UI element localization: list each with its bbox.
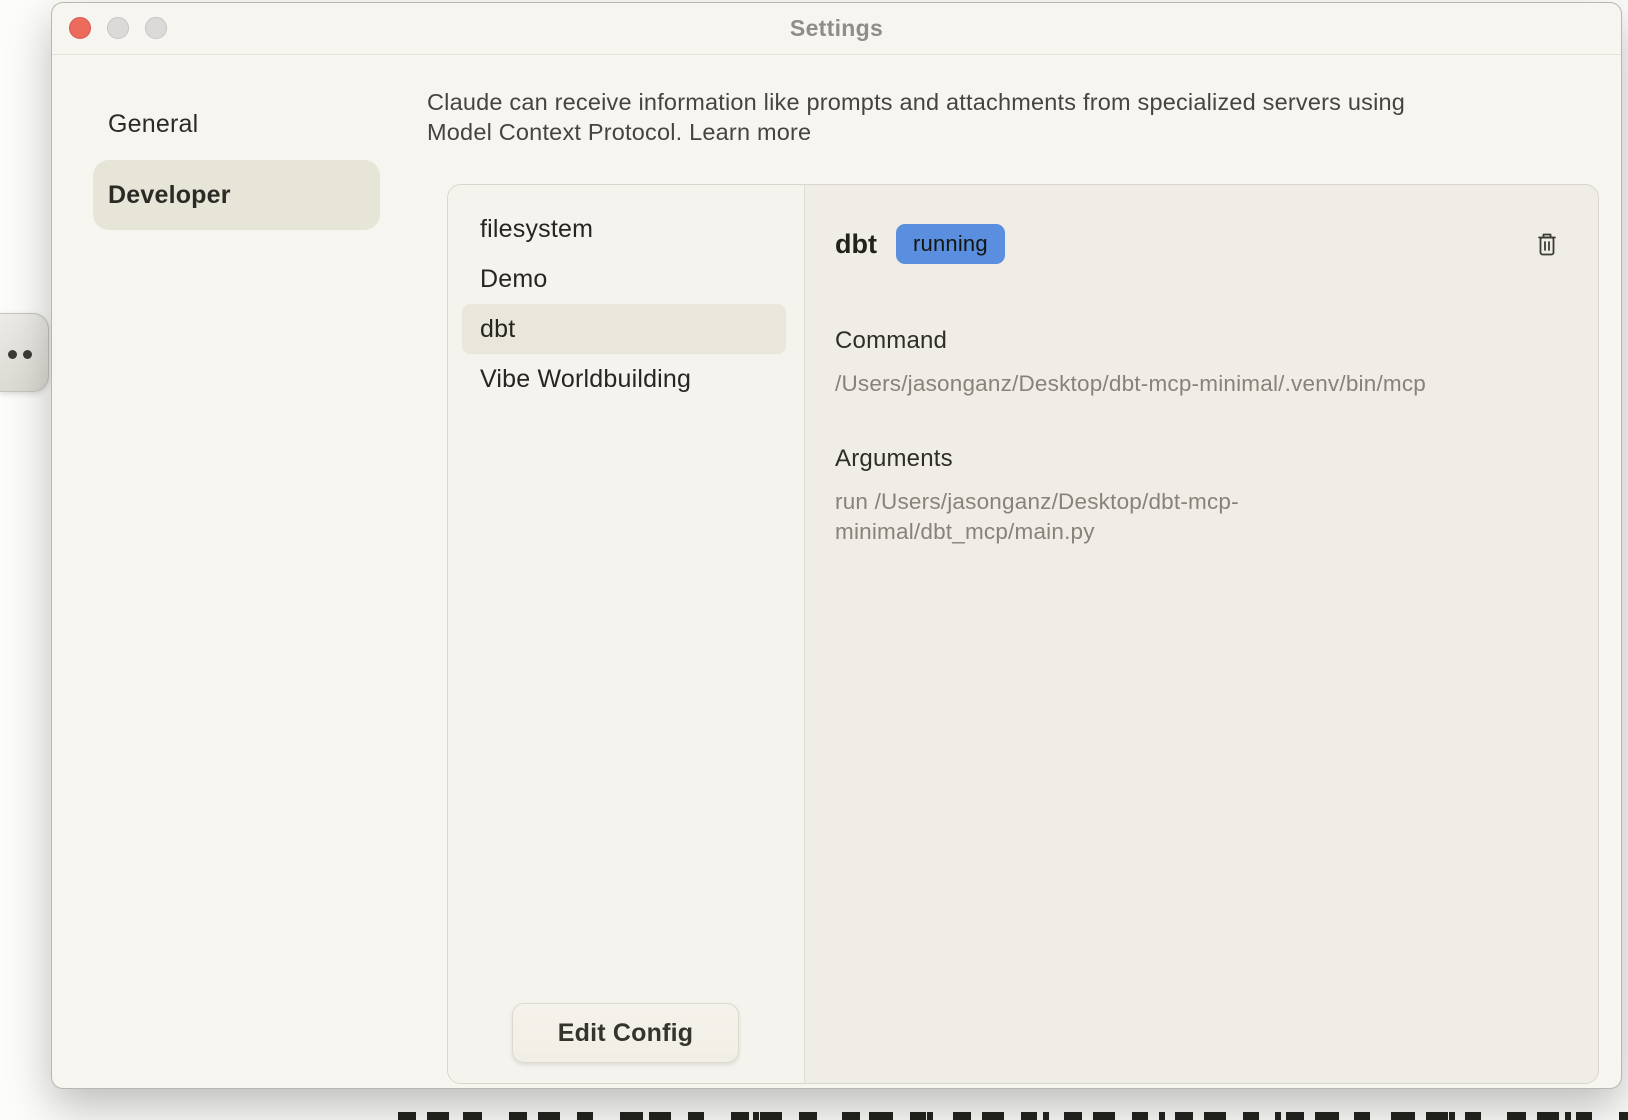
server-item-filesystem[interactable]: filesystem	[462, 204, 786, 254]
server-item-label: dbt	[480, 315, 515, 344]
sidebar-item-label: Developer	[108, 181, 231, 210]
window-title: Settings	[790, 15, 883, 42]
description-line-end: Model Context Protocol.	[427, 119, 682, 145]
status-badge: running	[896, 224, 1005, 264]
titlebar: Settings	[52, 3, 1621, 55]
dot-icon	[23, 350, 32, 359]
traffic-lights	[69, 17, 167, 39]
server-detail: dbt running Command /Users/jasonganz/Des…	[805, 185, 1598, 1083]
settings-window: Settings General Developer Claude can re…	[51, 2, 1622, 1089]
server-item-label: Vibe Worldbuilding	[480, 365, 691, 394]
server-item-dbt[interactable]: dbt	[462, 304, 786, 354]
command-label: Command	[835, 327, 1562, 355]
dot-icon	[8, 350, 17, 359]
edit-config-button[interactable]: Edit Config	[512, 1003, 739, 1063]
arguments-label: Arguments	[835, 445, 1562, 473]
server-detail-header: dbt running	[835, 223, 1562, 265]
mcp-servers-panel: filesystem Demo dbt Vibe Worldbuilding E…	[447, 184, 1599, 1084]
zoom-button[interactable]	[145, 17, 167, 39]
background-tab-handle[interactable]	[0, 313, 49, 392]
trash-icon	[1535, 231, 1559, 258]
clipped-background-text	[398, 1112, 1628, 1120]
server-item-vibe-worldbuilding[interactable]: Vibe Worldbuilding	[462, 354, 786, 404]
server-item-demo[interactable]: Demo	[462, 254, 786, 304]
arguments-value: run /Users/jasonganz/Desktop/dbt-mcp-min…	[835, 487, 1315, 547]
sidebar-item-developer[interactable]: Developer	[93, 160, 380, 230]
mcp-description: Claude can receive information like prom…	[427, 87, 1577, 147]
server-item-label: Demo	[480, 265, 548, 294]
server-list: filesystem Demo dbt Vibe Worldbuilding E…	[448, 185, 805, 1083]
description-line: Claude can receive information like prom…	[427, 87, 1577, 117]
delete-server-button[interactable]	[1534, 231, 1560, 261]
close-button[interactable]	[69, 17, 91, 39]
learn-more-link[interactable]: Learn more	[689, 119, 811, 145]
server-item-label: filesystem	[480, 215, 593, 244]
command-value: /Users/jasonganz/Desktop/dbt-mcp-minimal…	[835, 369, 1562, 399]
sidebar-item-label: General	[108, 110, 198, 139]
screen: Settings General Developer Claude can re…	[0, 0, 1628, 1120]
sidebar-item-general[interactable]: General	[93, 92, 380, 156]
minimize-button[interactable]	[107, 17, 129, 39]
server-name: dbt	[835, 229, 877, 260]
description-line: Model Context Protocol. Learn more	[427, 117, 1577, 147]
